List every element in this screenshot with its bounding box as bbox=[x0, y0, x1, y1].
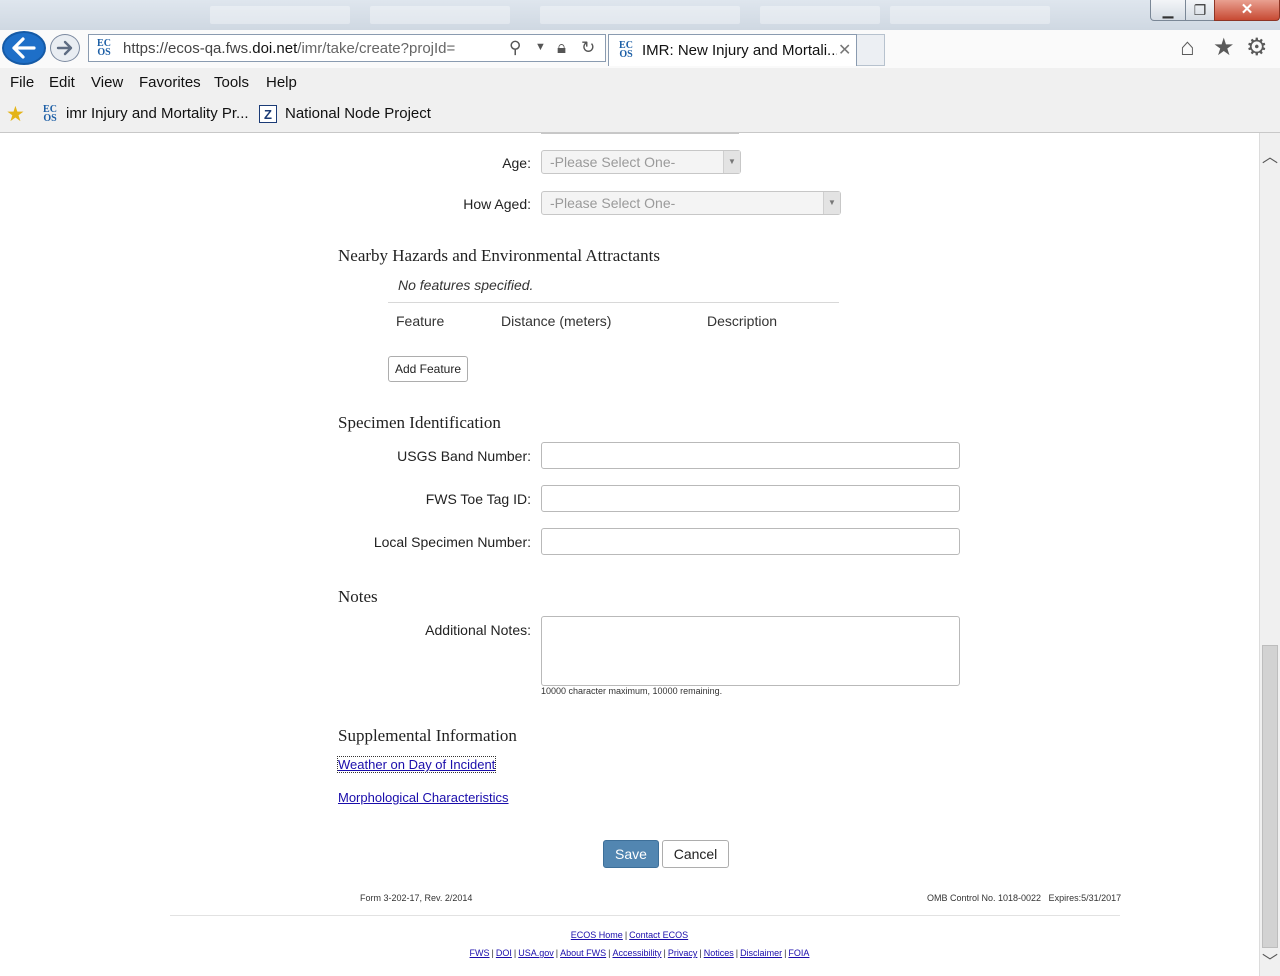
age-select[interactable]: -Please Select One- ▼ bbox=[541, 150, 741, 174]
menu-view[interactable]: View bbox=[91, 74, 123, 91]
gear-icon[interactable]: ⚙ bbox=[1246, 36, 1268, 60]
how-aged-select[interactable]: -Please Select One- ▼ bbox=[541, 191, 841, 215]
favorite-imr[interactable]: imr Injury and Mortality Pr... bbox=[66, 105, 249, 122]
specimen-section-title: Specimen Identification bbox=[338, 413, 501, 432]
background-window-ghost bbox=[370, 6, 510, 24]
chevron-down-icon: ▼ bbox=[823, 192, 840, 214]
favorite-national-node[interactable]: National Node Project bbox=[285, 105, 431, 122]
usgs-band-label: USGS Band Number: bbox=[397, 448, 531, 464]
menu-help[interactable]: Help bbox=[266, 74, 297, 91]
hazards-empty-text: No features specified. bbox=[398, 277, 534, 293]
form-number: Form 3-202-17, Rev. 2/2014 bbox=[360, 893, 473, 903]
footer-link-usa-gov[interactable]: USA.gov bbox=[518, 948, 554, 958]
how-aged-label: How Aged: bbox=[463, 196, 531, 212]
minimize-button[interactable]: ▁ bbox=[1150, 0, 1186, 21]
favorites-star-icon[interactable]: ★ bbox=[1213, 36, 1235, 60]
fws-toe-tag-label: FWS Toe Tag ID: bbox=[425, 491, 531, 507]
background-window-ghost bbox=[210, 6, 350, 24]
navigation-row: EC OS https://ecos-qa.fws.doi.net/imr/tak… bbox=[0, 30, 1280, 68]
tab-close-icon[interactable]: ✕ bbox=[838, 40, 851, 60]
restore-button[interactable]: ❐ bbox=[1185, 0, 1215, 21]
save-button[interactable]: Save bbox=[603, 840, 659, 868]
morphological-link[interactable]: Morphological Characteristics bbox=[338, 790, 509, 805]
column-header-feature: Feature bbox=[396, 313, 445, 329]
previous-field-edge bbox=[541, 133, 739, 134]
notes-character-counter: 10000 character maximum, 10000 remaining… bbox=[541, 686, 723, 696]
back-arrow-icon bbox=[12, 37, 36, 59]
background-window-ghost bbox=[540, 6, 740, 24]
how-aged-select-value: -Please Select One- bbox=[550, 195, 676, 211]
add-feature-button[interactable]: Add Feature bbox=[388, 356, 468, 382]
footer-row-1: ECOS Home | Contact ECOS bbox=[570, 930, 689, 940]
fws-toe-tag-input[interactable] bbox=[541, 485, 960, 512]
tab-favicon: EC OS bbox=[619, 40, 633, 60]
background-window-ghost bbox=[760, 6, 880, 24]
weather-link[interactable]: Weather on Day of Incident bbox=[336, 756, 497, 773]
footer-link-privacy[interactable]: Privacy bbox=[668, 948, 698, 958]
footer-link-about-fws[interactable]: About FWS bbox=[560, 948, 606, 958]
footer-link-disclaimer[interactable]: Disclaimer bbox=[740, 948, 782, 958]
supplemental-section-title: Supplemental Information bbox=[338, 726, 517, 745]
favorite-favicon: EC OS bbox=[43, 104, 57, 124]
hazards-section-title: Nearby Hazards and Environmental Attract… bbox=[338, 246, 660, 265]
footer-divider bbox=[170, 915, 1120, 916]
minimize-icon: ▁ bbox=[1162, 2, 1174, 18]
footer-link-ecos-home[interactable]: ECOS Home bbox=[571, 930, 623, 940]
close-icon: ✕ bbox=[1240, 1, 1254, 18]
home-icon[interactable]: ⌂ bbox=[1180, 36, 1195, 60]
dropdown-icon[interactable]: ▼ bbox=[535, 41, 546, 53]
browser-chrome: ▁ ❐ ✕ EC OS https://ecos-qa.fws.doi.net/i… bbox=[0, 0, 1280, 133]
page-content: Age: -Please Select One- ▼ How Aged: -Pl… bbox=[0, 133, 1259, 976]
restore-icon: ❐ bbox=[1193, 2, 1207, 18]
footer-link-notices[interactable]: Notices bbox=[704, 948, 734, 958]
hazards-divider bbox=[388, 302, 839, 303]
additional-notes-textarea[interactable] bbox=[541, 616, 960, 686]
search-icon[interactable]: ⚲ bbox=[509, 38, 521, 58]
omb-control: OMB Control No. 1018-0022 Expires:5/31/2… bbox=[927, 893, 1122, 903]
tab-title: IMR: New Injury and Mortali... bbox=[642, 42, 837, 59]
footer-link-foia[interactable]: FOIA bbox=[788, 948, 809, 958]
add-favorite-star-icon[interactable]: ★ bbox=[6, 102, 25, 127]
title-bar: ▁ ❐ ✕ bbox=[0, 0, 1280, 30]
menu-favorites[interactable]: Favorites bbox=[139, 74, 201, 91]
cancel-button[interactable]: Cancel bbox=[662, 840, 729, 868]
forward-arrow-icon bbox=[56, 40, 73, 56]
scroll-up-icon[interactable]: ︿ bbox=[1260, 143, 1280, 166]
column-header-distance: Distance (meters) bbox=[501, 313, 612, 329]
tab-active[interactable]: EC OS IMR: New Injury and Mortali... ✕ bbox=[608, 34, 857, 66]
local-specimen-label: Local Specimen Number: bbox=[373, 534, 531, 550]
scroll-thumb[interactable] bbox=[1262, 645, 1278, 948]
favorite-z-icon: Z bbox=[259, 105, 277, 123]
age-select-value: -Please Select One- bbox=[550, 154, 676, 170]
refresh-icon[interactable]: ↻ bbox=[581, 38, 595, 58]
footer-row-2: FWS | DOI | USA.gov | About FWS | Accessibility |… bbox=[469, 948, 810, 958]
menu-edit[interactable]: Edit bbox=[49, 74, 75, 91]
menu-bar: File Edit View Favorites Tools Help bbox=[0, 68, 1280, 98]
local-specimen-input[interactable] bbox=[541, 528, 960, 555]
site-favicon: EC OS bbox=[97, 38, 111, 58]
notes-section-title: Notes bbox=[338, 587, 378, 606]
lock-icon[interactable]: 🔒︎ bbox=[557, 38, 566, 58]
footer-link-fws[interactable]: FWS bbox=[470, 948, 490, 958]
age-label: Age: bbox=[502, 155, 531, 171]
chevron-down-icon: ▼ bbox=[723, 151, 740, 173]
back-button[interactable] bbox=[2, 31, 46, 65]
footer-link-contact-ecos[interactable]: Contact ECOS bbox=[629, 930, 688, 940]
menu-file[interactable]: File bbox=[10, 74, 34, 91]
favorites-bar: ★ EC OS imr Injury and Mortality Pr... Z … bbox=[0, 98, 1280, 131]
new-tab-button[interactable] bbox=[857, 34, 885, 66]
background-window-ghost bbox=[890, 6, 1050, 24]
url-text: https://ecos-qa.fws.doi.net/imr/take/cre… bbox=[123, 40, 456, 57]
menu-tools[interactable]: Tools bbox=[214, 74, 249, 91]
usgs-band-input[interactable] bbox=[541, 442, 960, 469]
vertical-scrollbar[interactable]: ︿ ﹀ bbox=[1259, 133, 1280, 976]
scroll-down-icon[interactable]: ﹀ bbox=[1260, 948, 1280, 971]
close-window-button[interactable]: ✕ bbox=[1214, 0, 1280, 21]
footer-link-doi[interactable]: DOI bbox=[496, 948, 512, 958]
address-bar[interactable]: EC OS https://ecos-qa.fws.doi.net/imr/tak… bbox=[88, 34, 606, 62]
footer-link-accessibility[interactable]: Accessibility bbox=[612, 948, 661, 958]
additional-notes-label: Additional Notes: bbox=[425, 622, 531, 638]
forward-button[interactable] bbox=[50, 34, 80, 62]
column-header-description: Description bbox=[707, 313, 778, 329]
